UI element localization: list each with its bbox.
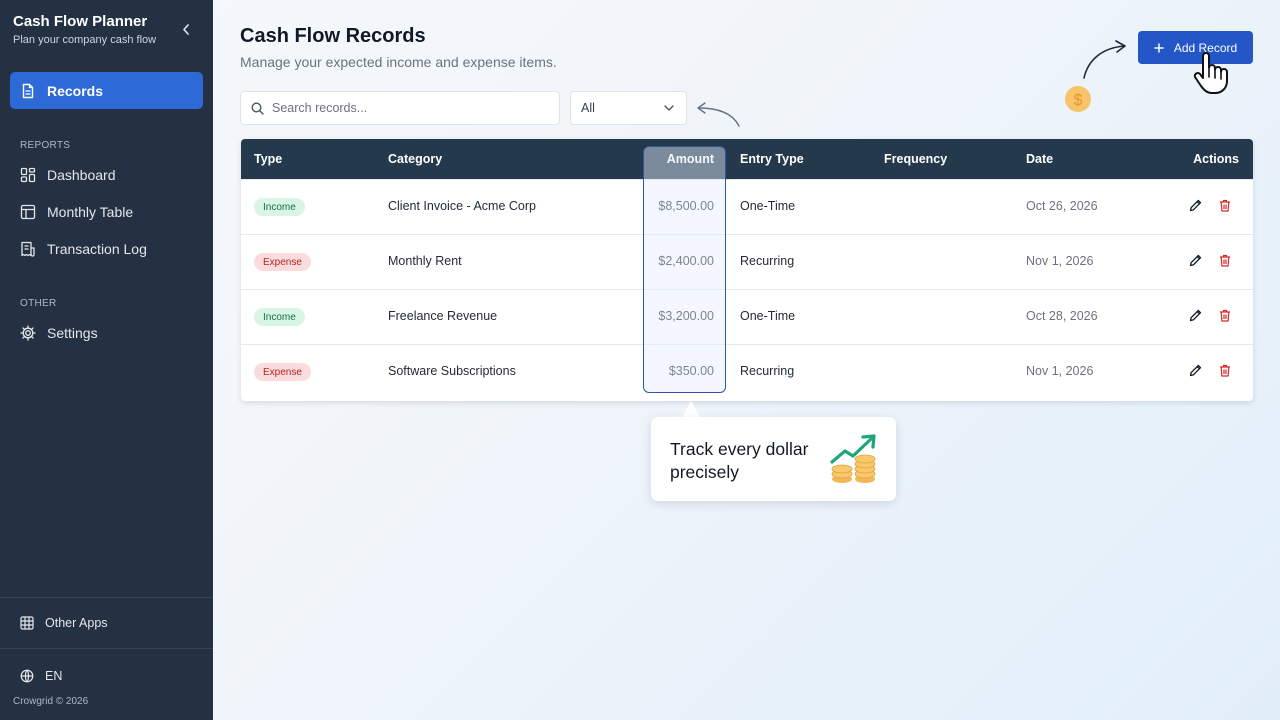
amount-column-highlight bbox=[643, 146, 726, 393]
category-cell: Monthly Rent bbox=[388, 254, 462, 268]
coins-growth-icon bbox=[830, 434, 876, 483]
language-switcher[interactable]: EN bbox=[10, 657, 203, 694]
reports-heading: REPORTS bbox=[20, 140, 71, 151]
column-header-actions: Actions bbox=[1193, 152, 1239, 166]
entry-type-cell: Recurring bbox=[740, 364, 795, 378]
document-icon bbox=[22, 83, 34, 98]
delete-button[interactable] bbox=[1219, 364, 1231, 380]
sidebar-item-settings[interactable]: Settings bbox=[10, 314, 203, 351]
date-cell: Nov 1, 2026 bbox=[1026, 364, 1094, 378]
gear-icon bbox=[20, 324, 36, 341]
entry-type-cell: One-Time bbox=[740, 309, 796, 323]
sidebar-item-label: Records bbox=[47, 82, 104, 99]
date-cell: Oct 28, 2026 bbox=[1026, 309, 1098, 323]
column-header-category[interactable]: Category bbox=[388, 152, 442, 166]
table-row[interactable]: Expense Software Subscriptions $350.00 R… bbox=[241, 344, 1253, 399]
dashboard-icon bbox=[20, 167, 36, 182]
curved-arrow-icon bbox=[697, 102, 740, 127]
callout-pointer bbox=[682, 401, 700, 417]
edit-button[interactable] bbox=[1189, 364, 1202, 380]
trash-icon bbox=[1220, 309, 1230, 322]
date-cell: Oct 26, 2026 bbox=[1026, 199, 1098, 213]
app-subtitle: Plan your company cash flow bbox=[13, 34, 157, 46]
trash-icon bbox=[1220, 254, 1230, 267]
grid-icon bbox=[20, 615, 34, 630]
entry-type-cell: Recurring bbox=[740, 254, 795, 268]
svg-text:$: $ bbox=[1074, 92, 1083, 109]
delete-button[interactable] bbox=[1219, 254, 1231, 270]
table-row[interactable]: Expense Monthly Rent $2,400.00 Recurring… bbox=[241, 234, 1253, 289]
sidebar-item-other-apps[interactable]: Other Apps bbox=[10, 604, 203, 641]
pencil-icon bbox=[1189, 254, 1202, 267]
column-header-type[interactable]: Type bbox=[254, 152, 282, 166]
column-header-frequency[interactable]: Frequency bbox=[884, 152, 947, 166]
collapse-sidebar-button[interactable] bbox=[178, 20, 194, 38]
app-brand: Cash Flow Planner Plan your company cash… bbox=[13, 13, 156, 46]
delete-button[interactable] bbox=[1219, 309, 1231, 325]
sidebar: Cash Flow Planner Plan your company cash… bbox=[0, 0, 213, 720]
filter-value: All bbox=[581, 101, 595, 115]
search-box[interactable] bbox=[240, 91, 560, 125]
dollar-coin-icon: $ bbox=[1065, 86, 1091, 112]
curved-arrow-icon bbox=[1083, 40, 1126, 79]
search-input[interactable] bbox=[272, 101, 542, 115]
type-badge-expense: Expense bbox=[254, 253, 311, 271]
type-filter-select[interactable]: All bbox=[570, 91, 687, 125]
type-badge-expense: Expense bbox=[254, 363, 311, 381]
type-badge-income: Income bbox=[254, 198, 305, 216]
callout-text: Track every dollar precisely bbox=[670, 439, 809, 482]
records-table: Type Category Amount Entry Type Frequenc… bbox=[241, 139, 1253, 401]
pencil-icon bbox=[1189, 309, 1202, 322]
trash-icon bbox=[1220, 199, 1230, 212]
date-cell: Nov 1, 2026 bbox=[1026, 254, 1094, 268]
pencil-icon bbox=[1189, 199, 1202, 212]
sidebar-item-dashboard[interactable]: Dashboard bbox=[10, 156, 203, 193]
edit-button[interactable] bbox=[1189, 254, 1202, 270]
sidebar-item-label: Other Apps bbox=[45, 615, 108, 630]
delete-button[interactable] bbox=[1219, 199, 1231, 215]
trash-icon bbox=[1220, 364, 1230, 377]
sidebar-item-records[interactable]: Records bbox=[10, 72, 203, 109]
sidebar-item-label: Settings bbox=[47, 324, 98, 341]
app-title: Cash Flow Planner bbox=[13, 13, 148, 30]
sidebar-divider bbox=[0, 648, 213, 649]
category-cell: Freelance Revenue bbox=[388, 309, 498, 323]
copyright-footer: Crowgrid © 2026 bbox=[13, 696, 89, 707]
page-subtitle: Manage your expected income and expense … bbox=[240, 54, 557, 70]
table-row[interactable]: Income Client Invoice - Acme Corp $8,500… bbox=[241, 179, 1253, 234]
type-badge-income: Income bbox=[254, 308, 305, 326]
pencil-icon bbox=[1189, 364, 1202, 377]
sidebar-divider bbox=[0, 597, 213, 598]
sidebar-item-label: Monthly Table bbox=[47, 203, 134, 220]
edit-button[interactable] bbox=[1189, 199, 1202, 215]
plus-icon bbox=[1154, 43, 1164, 52]
tooltip-callout: Track every dollar precisely bbox=[651, 417, 896, 501]
search-icon bbox=[251, 101, 264, 115]
sidebar-item-monthly-table[interactable]: Monthly Table bbox=[10, 193, 203, 230]
column-header-entry-type[interactable]: Entry Type bbox=[740, 152, 804, 166]
column-header-date[interactable]: Date bbox=[1026, 152, 1053, 166]
hand-cursor-icon bbox=[1193, 52, 1228, 94]
chevron-left-icon bbox=[183, 23, 189, 35]
chevron-down-icon bbox=[664, 105, 674, 111]
language-label: EN bbox=[45, 668, 63, 683]
sidebar-item-label: Dashboard bbox=[47, 166, 116, 183]
category-cell: Client Invoice - Acme Corp bbox=[388, 199, 536, 213]
sidebar-item-transaction-log[interactable]: Transaction Log bbox=[10, 230, 203, 267]
category-cell: Software Subscriptions bbox=[388, 364, 516, 378]
sidebar-item-label: Transaction Log bbox=[47, 240, 147, 257]
table-row[interactable]: Income Freelance Revenue $3,200.00 One-T… bbox=[241, 289, 1253, 344]
table-icon bbox=[20, 204, 36, 219]
other-heading: OTHER bbox=[20, 298, 57, 309]
edit-button[interactable] bbox=[1189, 309, 1202, 325]
receipt-icon bbox=[21, 241, 35, 257]
page-title: Cash Flow Records bbox=[240, 25, 426, 47]
globe-icon bbox=[20, 669, 34, 682]
table-header: Type Category Amount Entry Type Frequenc… bbox=[241, 139, 1253, 179]
entry-type-cell: One-Time bbox=[740, 199, 796, 213]
